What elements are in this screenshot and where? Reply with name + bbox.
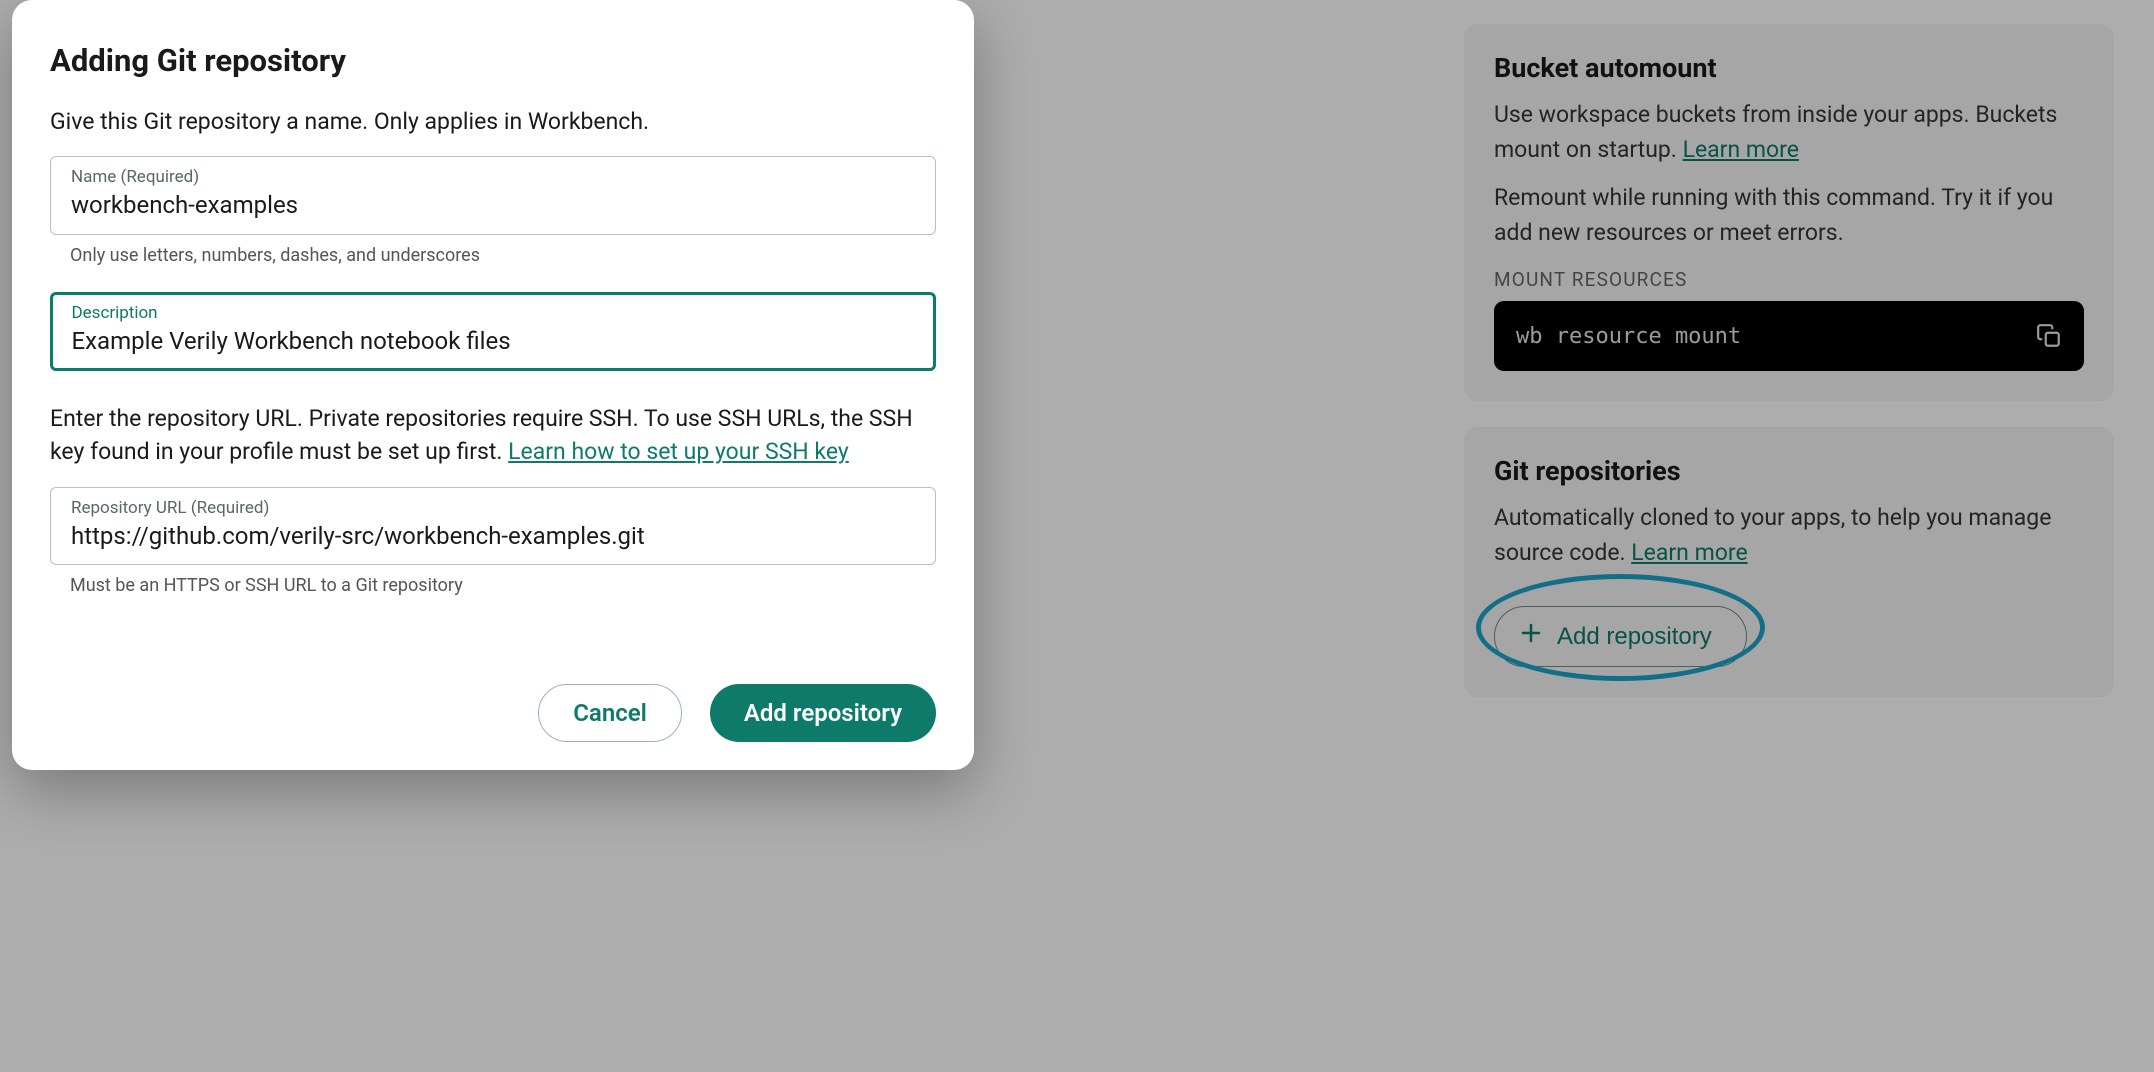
name-field[interactable]: Name (Required) — [50, 156, 936, 234]
ssh-key-link[interactable]: Learn how to set up your SSH key — [508, 438, 849, 465]
description-input[interactable] — [72, 325, 915, 357]
name-label: Name (Required) — [71, 167, 915, 187]
url-intro: Enter the repository URL. Private reposi… — [50, 402, 936, 469]
description-label: Description — [72, 303, 915, 323]
description-field[interactable]: Description — [50, 292, 936, 371]
repo-url-input[interactable] — [71, 520, 915, 552]
name-helper: Only use letters, numbers, dashes, and u… — [50, 235, 936, 266]
repo-url-helper: Must be an HTTPS or SSH URL to a Git rep… — [50, 565, 936, 596]
name-input[interactable] — [71, 189, 915, 221]
add-repository-button[interactable]: Add repository — [710, 684, 936, 742]
modal-intro: Give this Git repository a name. Only ap… — [50, 105, 936, 138]
modal-actions: Cancel Add repository — [50, 662, 936, 742]
cancel-button[interactable]: Cancel — [538, 684, 682, 742]
repo-url-field[interactable]: Repository URL (Required) — [50, 487, 936, 565]
modal-title: Adding Git repository — [50, 42, 936, 79]
repo-url-label: Repository URL (Required) — [71, 498, 915, 518]
add-git-repository-modal: Adding Git repository Give this Git repo… — [12, 0, 974, 770]
